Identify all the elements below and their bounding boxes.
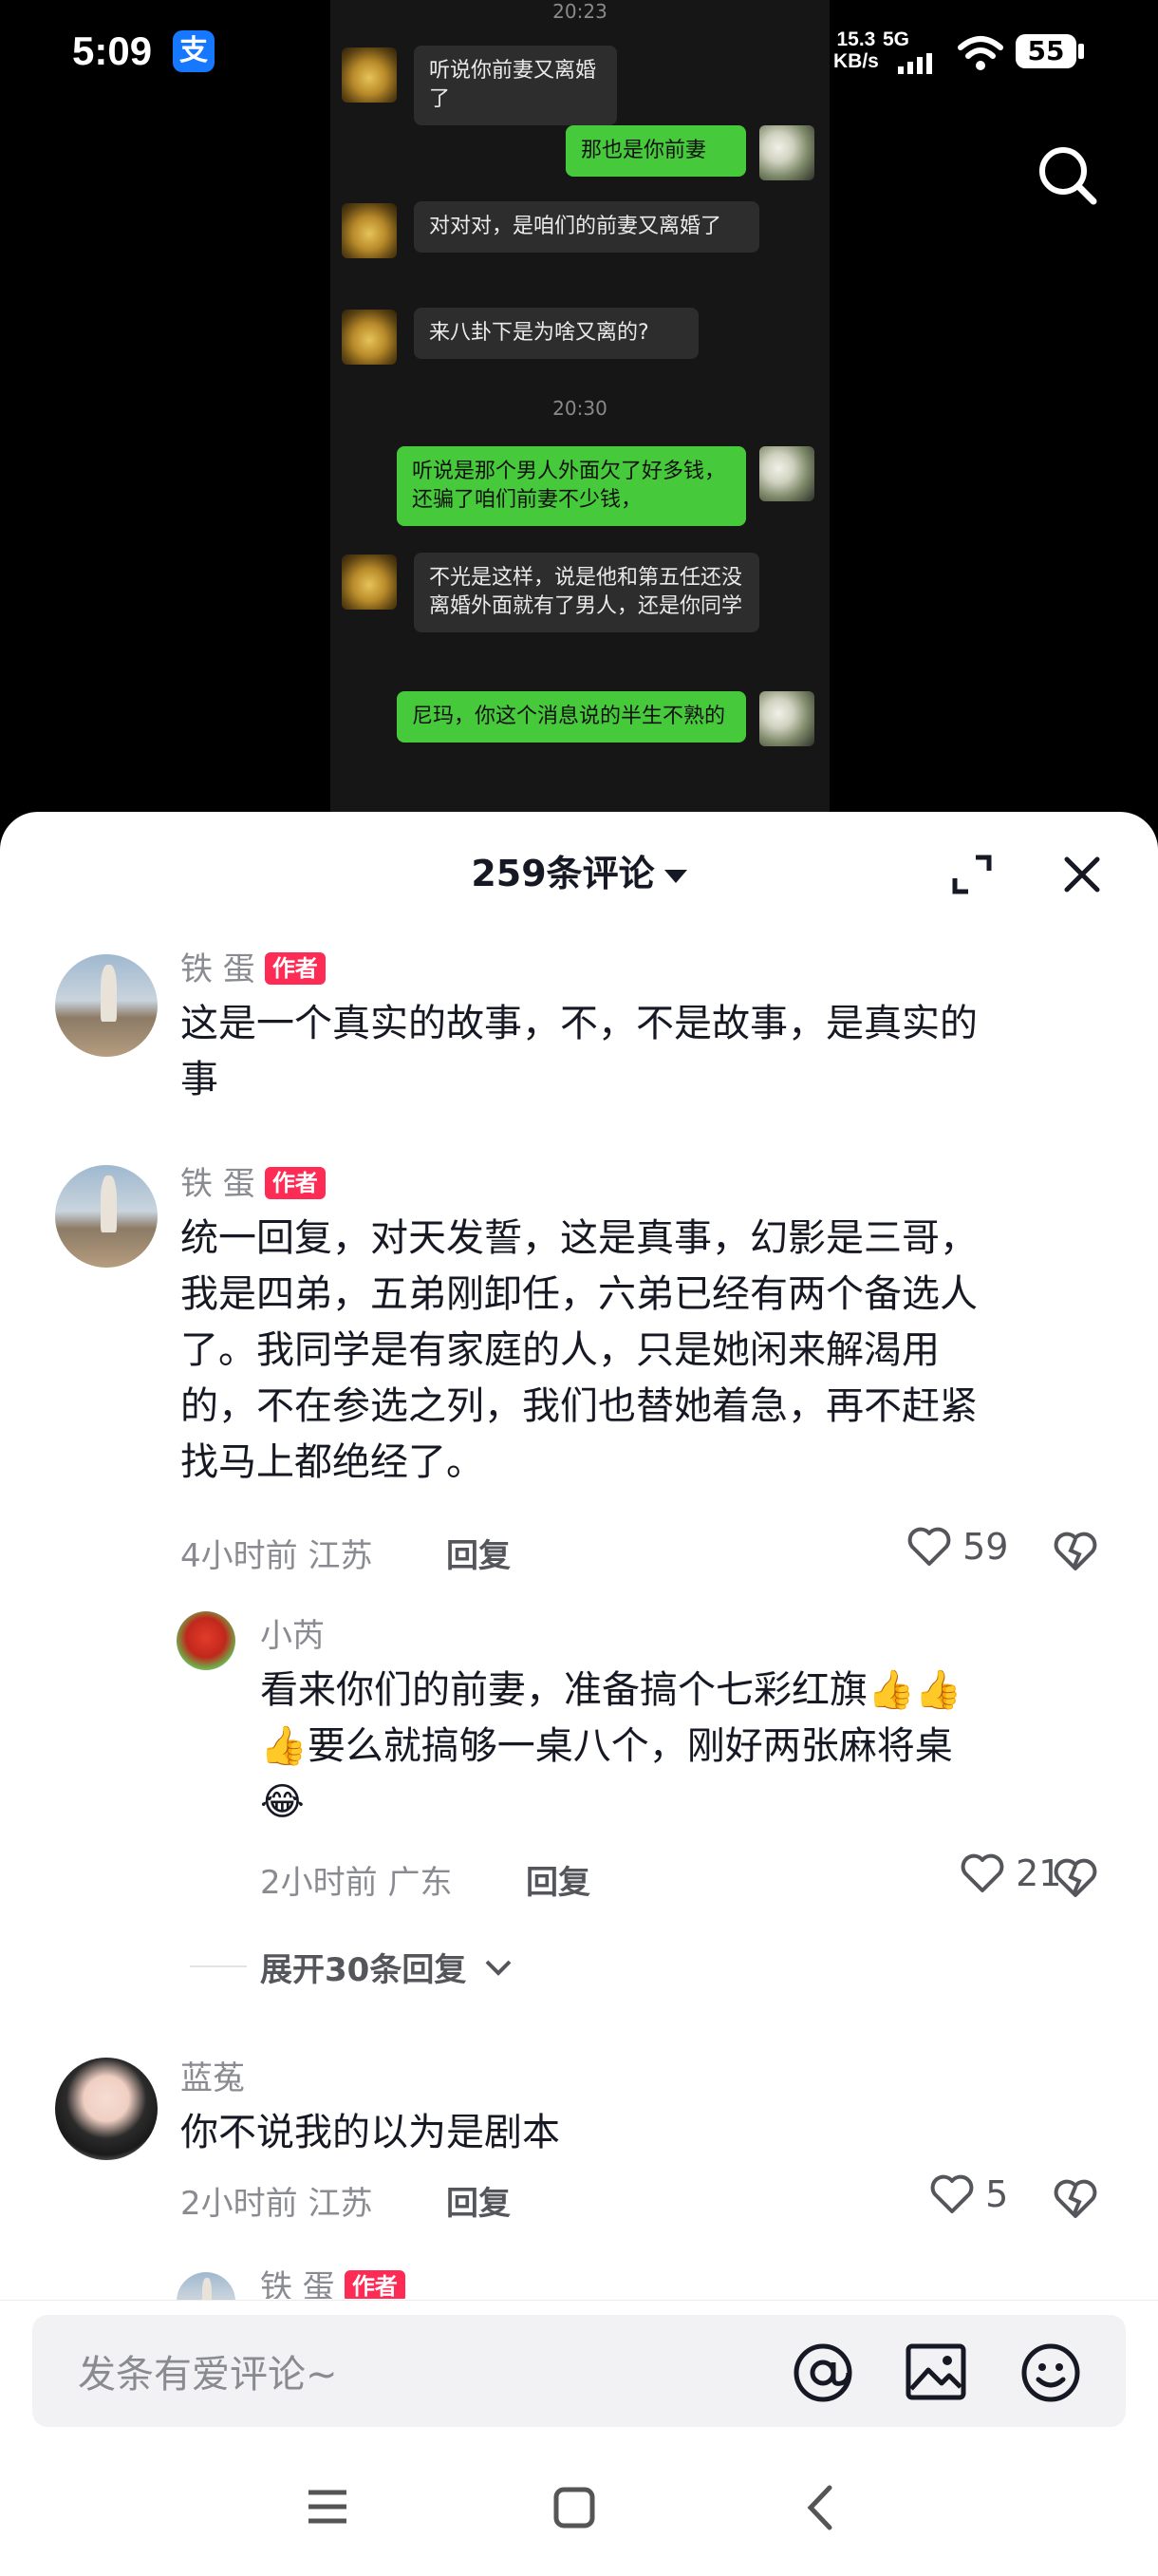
fullscreen-icon[interactable] — [951, 854, 993, 895]
comment-meta: 4小时前 江苏 — [180, 1537, 373, 1575]
broken-heart-icon[interactable] — [1054, 1858, 1097, 1898]
comment-line: 统一回复，对天发誓，这是真事，幻影是三哥， — [180, 1216, 978, 1260]
chat-avatar — [759, 125, 814, 180]
comment-text[interactable]: 统一回复，对天发誓，这是真事，幻影是三哥， 我是四弟，五弟刚卸任，六弟已经有两个… — [180, 1211, 978, 1491]
chat-avatar — [759, 691, 814, 746]
like-count: 5 — [985, 2173, 1009, 2215]
video-area[interactable]: 20:23 听说你前妻又离婚了 那也是你前妻 对对对，是咱们的前妻又离婚了 来八… — [0, 0, 1158, 826]
comment-line: 这是一个真实的故事，不，不是故事，是真实的 — [180, 1002, 978, 1045]
network-type: 5G — [883, 28, 910, 50]
comment-line: 你不说我的以为是剧本 — [180, 2111, 560, 2154]
reply-username[interactable]: 小芮 — [260, 1609, 325, 1656]
thumbs-up-emoji: 👍 — [260, 1724, 308, 1768]
comment-line: 😂 — [260, 1775, 1114, 1831]
chat-screenshot: 20:23 听说你前妻又离婚了 那也是你前妻 对对对，是咱们的前妻又离婚了 来八… — [330, 0, 830, 817]
avatar[interactable] — [177, 1611, 235, 1670]
author-badge: 作者 — [344, 2270, 405, 2299]
comment-meta: 2小时前 广东 — [260, 1864, 453, 1902]
comment-line: 事 — [180, 1058, 218, 1101]
reply-button[interactable]: 回复 — [526, 1856, 590, 1903]
heart-icon — [930, 2174, 974, 2213]
chevron-down-icon — [485, 1960, 512, 1976]
reply-line-text: 要么就搞够一桌八个，刚好两张麻将桌 — [307, 1724, 953, 1768]
close-icon[interactable] — [1063, 856, 1101, 893]
comment-username[interactable]: 蓝菟 — [180, 2052, 245, 2098]
chat-message: 那也是你前妻 — [566, 125, 746, 177]
home-icon[interactable] — [552, 2486, 596, 2529]
network-speed-value: 15.3 — [836, 28, 876, 50]
comments-sheet: 259条评论 铁 蛋作者 这是一个真实的故事，不，不是故事，是真实的 事 铁 蛋… — [0, 812, 1158, 2576]
comment-username[interactable]: 铁 蛋作者 — [180, 943, 326, 989]
broken-heart-icon[interactable] — [1054, 1532, 1097, 1571]
chat-timestamp: 20:30 — [552, 397, 607, 420]
network-speed: 15.3 KB/s — [833, 28, 879, 72]
expand-replies-button[interactable]: 展开30条回复 — [260, 1944, 514, 1990]
heart-icon — [961, 1853, 1004, 1892]
thumbs-up-emoji: 👍👍 — [868, 1668, 962, 1712]
status-time: 5:09 — [72, 28, 153, 73]
comment-input-bar[interactable]: 发条有爱评论~ — [32, 2315, 1126, 2427]
chevron-down-icon — [663, 869, 687, 883]
username-text: 铁 蛋 — [260, 2268, 335, 2299]
comment-line: 看来你们的前妻，准备搞个七彩红旗👍👍 — [260, 1663, 1114, 1719]
like-button[interactable]: 59 — [907, 1526, 1008, 1568]
avatar[interactable] — [55, 954, 158, 1057]
chat-avatar — [759, 446, 814, 501]
system-nav-bar — [0, 2450, 1158, 2575]
chat-message: 来八卦下是为啥又离的? — [414, 308, 699, 359]
comment-username[interactable]: 铁 蛋作者 — [180, 1157, 326, 1204]
expand-divider — [190, 1965, 247, 1967]
username-text: 铁 蛋 — [180, 950, 255, 988]
status-bar: 5:09 支 15.3 KB/s 5G 55 — [0, 0, 1158, 104]
comment-line: 找马上都绝经了。 — [180, 1440, 484, 1484]
comment-username[interactable]: 铁 蛋作者 — [260, 2261, 405, 2299]
author-badge: 作者 — [264, 1167, 326, 1199]
comment-line: 我是四弟，五弟刚卸任，六弟已经有两个备选人 — [180, 1272, 978, 1316]
chat-avatar — [342, 203, 397, 258]
username-text: 铁 蛋 — [180, 1165, 255, 1203]
emoji-icon[interactable] — [1019, 2341, 1082, 2404]
comment-line: 了。我同学是有家庭的人，只是她闲来解渴用 — [180, 1328, 940, 1372]
comments-count-title: 259条评论 — [471, 853, 655, 894]
network-speed-unit: KB/s — [833, 50, 879, 72]
image-icon[interactable] — [906, 2343, 966, 2400]
back-icon[interactable] — [803, 2484, 835, 2531]
reply-text[interactable]: 看来你们的前妻，准备搞个七彩红旗👍👍 👍要么就搞够一桌八个，刚好两张麻将桌 😂 — [260, 1663, 1114, 1831]
comment-line: 的，不在参选之列，我们也替她着急，再不赶紧 — [180, 1384, 978, 1428]
chat-avatar — [342, 555, 397, 610]
author-badge: 作者 — [264, 952, 326, 985]
menu-icon[interactable] — [306, 2488, 349, 2526]
broken-heart-icon[interactable] — [1054, 2179, 1097, 2219]
like-button[interactable]: 21 — [961, 1852, 1061, 1894]
comment-meta: 2小时前 江苏 — [180, 2185, 373, 2223]
signal-icon — [898, 53, 932, 74]
chat-message: 对对对，是咱们的前妻又离婚了 — [414, 201, 759, 253]
like-button[interactable]: 5 — [930, 2173, 1008, 2215]
reply-line-text: 看来你们的前妻，准备搞个七彩红旗 — [260, 1668, 868, 1712]
chat-message: 听说是那个男人外面欠了好多钱，还骗了咱们前妻不少钱， — [397, 446, 746, 526]
comment-input-placeholder: 发条有爱评论~ — [78, 2353, 338, 2397]
avatar[interactable] — [55, 1165, 158, 1268]
chat-message: 不光是这样，说是他和第五任还没离婚外面就有了男人，还是你同学 — [414, 553, 759, 632]
heart-icon — [907, 1527, 951, 1566]
chat-avatar — [342, 310, 397, 365]
battery-tip — [1078, 44, 1084, 59]
like-count: 59 — [962, 1526, 1009, 1568]
alipay-icon: 支 — [173, 30, 215, 72]
reply-button[interactable]: 回复 — [446, 2177, 511, 2224]
avatar[interactable] — [55, 2058, 158, 2160]
wifi-icon — [958, 36, 1003, 70]
battery-indicator: 55 — [1016, 34, 1076, 68]
expand-replies-label: 展开30条回复 — [260, 1951, 467, 1989]
comment-text[interactable]: 你不说我的以为是剧本 — [180, 2105, 560, 2161]
laughing-emoji: 😂 — [260, 1780, 305, 1824]
reply-button[interactable]: 回复 — [446, 1530, 511, 1576]
search-icon[interactable] — [1037, 144, 1099, 207]
comment-line: 👍要么就搞够一桌八个，刚好两张麻将桌 — [260, 1719, 1114, 1775]
at-mention-icon[interactable] — [792, 2341, 854, 2404]
chat-message: 尼玛，你这个消息说的半生不熟的 — [397, 691, 746, 743]
comment-text[interactable]: 这是一个真实的故事，不，不是故事，是真实的 事 — [180, 996, 978, 1108]
